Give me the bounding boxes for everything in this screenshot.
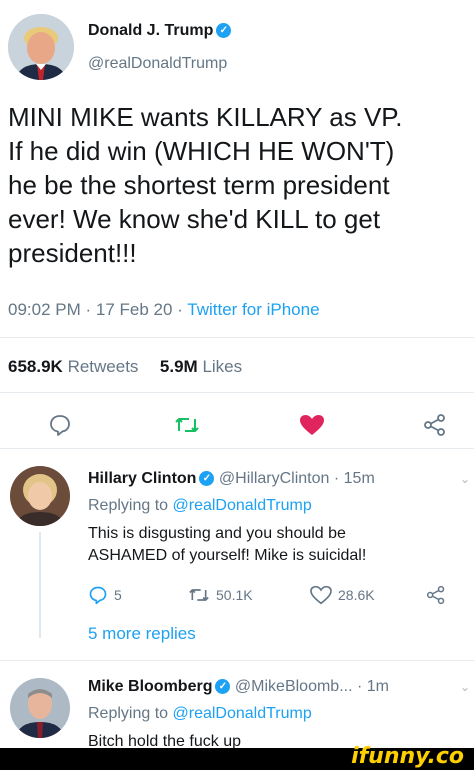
- retweet-icon: [189, 589, 209, 601]
- reply-display-name[interactable]: Hillary Clinton: [88, 470, 196, 487]
- reply-icon[interactable]: [48, 413, 72, 442]
- main-author[interactable]: Donald J. Trump ✓: [88, 22, 232, 40]
- tweet-source[interactable]: Twitter for iPhone: [187, 300, 319, 319]
- replying-to: Replying to @realDonaldTrump: [88, 497, 312, 515]
- reply-like-button[interactable]: 28.6K: [310, 585, 375, 605]
- chevron-down-icon[interactable]: ⌄: [460, 472, 470, 486]
- tweet-text-line: president!!!: [8, 238, 137, 268]
- likes-count: 5.9M: [159, 357, 198, 376]
- tweet-date[interactable]: 17 Feb 20: [96, 300, 173, 319]
- reply-text: This is disgusting and you should be ASH…: [88, 523, 468, 567]
- chevron-down-icon[interactable]: ⌄: [460, 680, 470, 694]
- replying-to-handle[interactable]: @realDonaldTrump: [173, 705, 312, 722]
- main-tweet-text: MINI MIKE wants KILLARY as VP. If he did…: [8, 100, 468, 270]
- reply-text-line: This is disgusting and you should be: [88, 525, 346, 542]
- verified-icon: ✓: [215, 679, 231, 695]
- tweet-stats: 658.9K Retweets 5.9M Likes: [8, 357, 242, 377]
- replying-to-label: Replying to: [88, 497, 169, 514]
- likes-stat[interactable]: 5.9M Likes: [160, 357, 242, 376]
- more-replies-link[interactable]: 5 more replies: [88, 624, 196, 644]
- reply-age[interactable]: 15m: [344, 470, 375, 487]
- retweet-count: 50.1K: [216, 587, 253, 603]
- like-count: 28.6K: [338, 587, 375, 603]
- divider: [0, 392, 474, 393]
- divider: [0, 660, 474, 661]
- tweet-meta: 09:02 PM · 17 Feb 20 · Twitter for iPhon…: [8, 300, 320, 319]
- reply-header: Hillary Clinton ✓ @HillaryClinton · 15m: [88, 470, 375, 487]
- likes-label: Likes: [202, 357, 243, 376]
- share-icon[interactable]: [423, 413, 447, 442]
- retweets-count: 658.9K: [8, 357, 63, 376]
- ifunny-watermark: ifunny.co: [351, 744, 464, 769]
- reply-icon: [89, 586, 107, 605]
- avatar-trump-image: [8, 14, 74, 80]
- divider: [0, 337, 474, 338]
- avatar-hillary[interactable]: [10, 466, 70, 526]
- thread-line: [39, 532, 41, 638]
- heart-icon: [310, 585, 332, 605]
- avatar-hillary-image: [10, 466, 70, 526]
- verified-icon: ✓: [216, 23, 232, 39]
- reply-reply-button[interactable]: 5: [88, 585, 122, 605]
- reply-retweet-button[interactable]: 50.1K: [188, 585, 253, 605]
- verified-icon: ✓: [199, 471, 215, 487]
- reply-header: Mike Bloomberg ✓ @MikeBloomb... · 1m: [88, 678, 389, 695]
- retweet-icon[interactable]: [174, 413, 200, 442]
- avatar-bloomberg-image: [10, 678, 70, 738]
- heart-icon[interactable]: [299, 413, 325, 442]
- reply-age[interactable]: 1m: [367, 678, 389, 695]
- reply-handle[interactable]: @HillaryClinton: [219, 470, 330, 487]
- reply-handle[interactable]: @MikeBloomb...: [235, 678, 353, 695]
- replying-to: Replying to @realDonaldTrump: [88, 705, 312, 723]
- reply-share-button[interactable]: [426, 585, 446, 605]
- retweets-label: Retweets: [67, 357, 139, 376]
- retweets-stat[interactable]: 658.9K Retweets: [8, 357, 138, 376]
- tweet-text-line: ever! We know she'd KILL to get: [8, 204, 381, 234]
- avatar-trump[interactable]: [8, 14, 74, 80]
- share-icon: [426, 585, 445, 605]
- main-display-name[interactable]: Donald J. Trump: [88, 22, 213, 39]
- tweet-text-line: he be the shortest term president: [8, 170, 390, 200]
- tweet-time[interactable]: 09:02 PM: [8, 300, 81, 319]
- tweet-text-line: MINI MIKE wants KILLARY as VP.: [8, 102, 403, 132]
- avatar-bloomberg[interactable]: [10, 678, 70, 738]
- reply-count: 5: [114, 587, 122, 603]
- tweet-text-line: If he did win (WHICH HE WON'T): [8, 136, 395, 166]
- main-handle[interactable]: @realDonaldTrump: [88, 55, 227, 73]
- reply-text-line: ASHAMED of yourself! Mike is suicidal!: [88, 547, 367, 564]
- divider: [0, 448, 474, 449]
- replying-to-label: Replying to: [88, 705, 169, 722]
- replying-to-handle[interactable]: @realDonaldTrump: [173, 497, 312, 514]
- reply-display-name[interactable]: Mike Bloomberg: [88, 678, 212, 695]
